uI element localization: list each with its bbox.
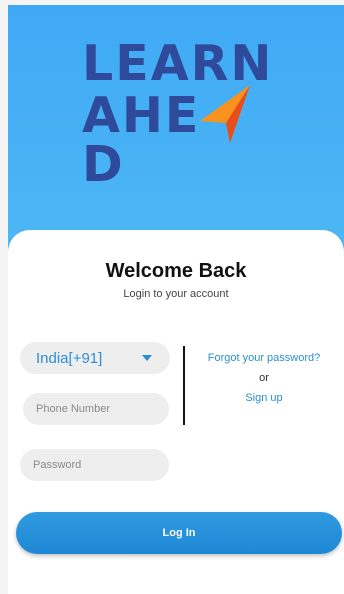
log-in-button[interactable]: Log In [16,512,342,554]
vertical-divider [183,346,185,425]
arrow-icon [200,85,250,143]
phone-number-input[interactable] [23,393,169,425]
sign-up-link[interactable]: Sign up [194,392,334,404]
login-subtitle: Login to your account [123,288,229,300]
country-code-select[interactable]: India[+91] [20,342,170,374]
dropdown-caret-icon [142,355,152,361]
password-input[interactable] [20,449,169,481]
welcome-title: Welcome Back [105,260,247,282]
country-code-value: India[+91] [36,349,103,367]
login-card: Welcome Back Login to your account India… [8,230,344,594]
logo-text-d: D [82,136,125,193]
logo-text-learn: LEARN [82,35,274,92]
forgot-password-link[interactable]: Forgot your password? [194,352,334,364]
logo-text-ahead: AHED [82,91,282,189]
or-separator: or [259,372,269,384]
app-screen: LEARN AHED Welcome Back Login to your ac… [8,5,344,594]
learn-ahead-logo: LEARN AHED [82,35,282,189]
